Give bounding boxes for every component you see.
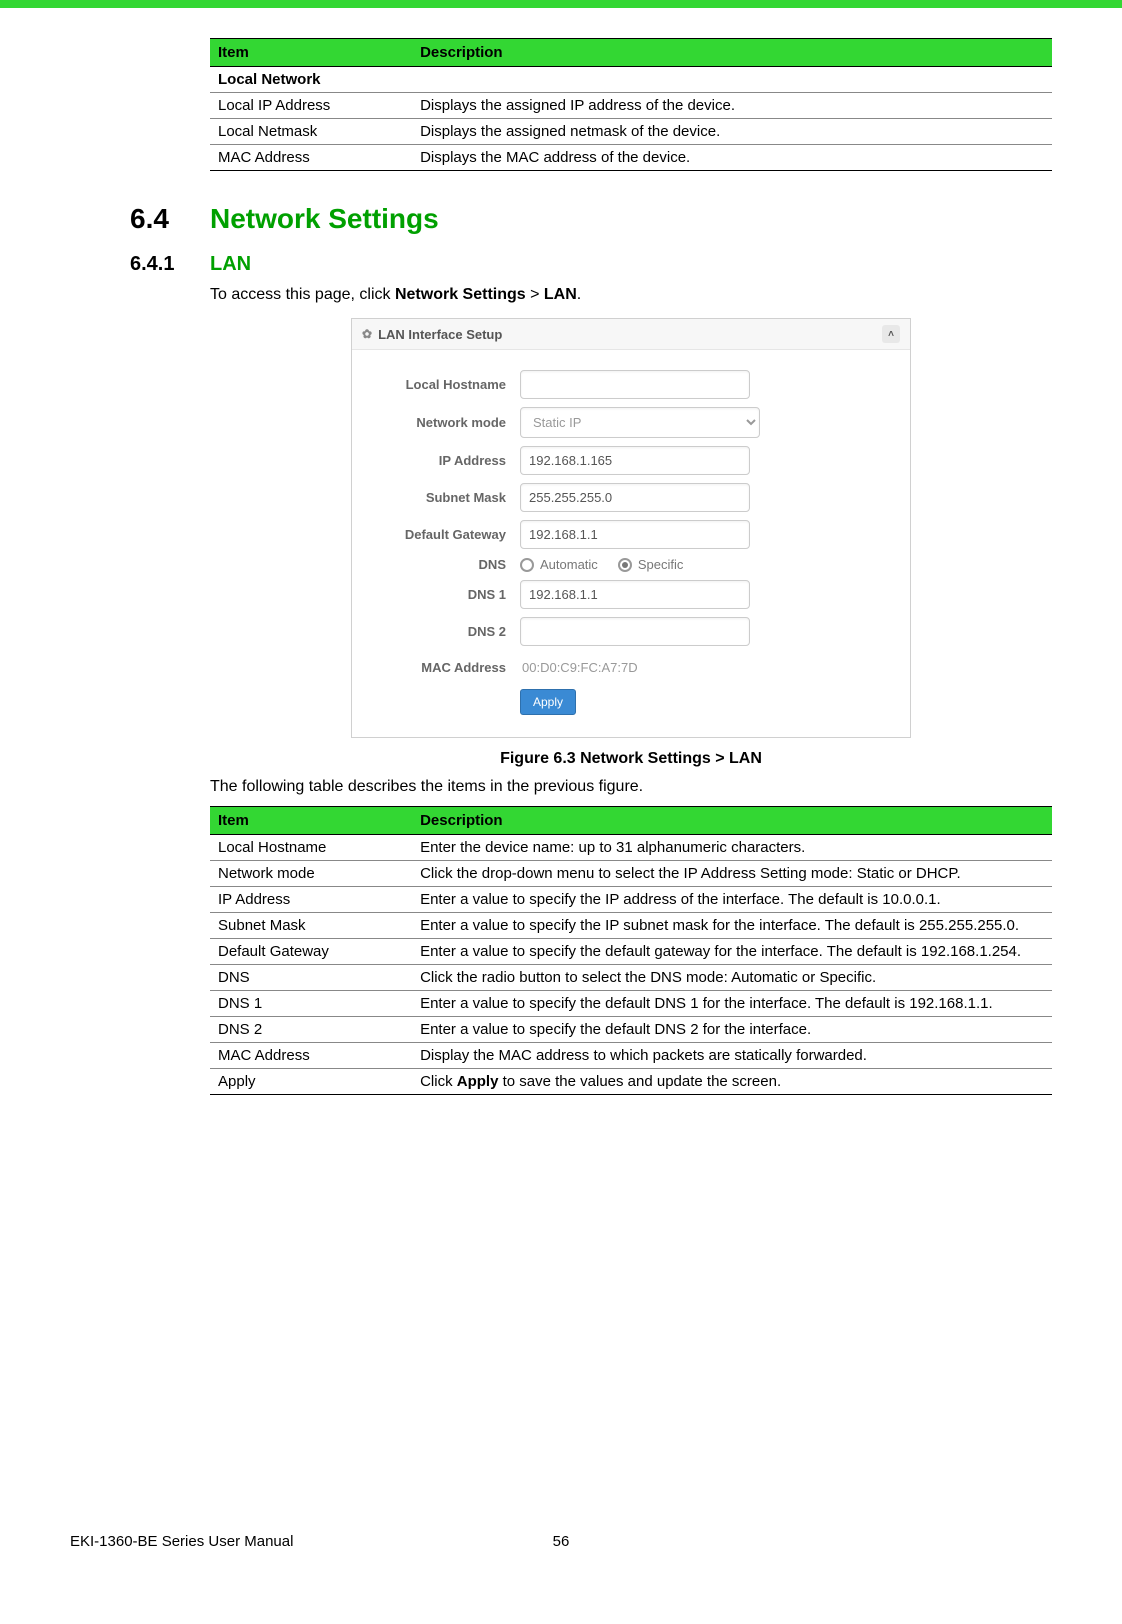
table-local-network: Item Description Local Network Local IP … (210, 38, 1052, 171)
table-row: MAC Address Displays the MAC address of … (210, 145, 1052, 171)
label-netmode: Network mode (360, 415, 520, 430)
dns2-input[interactable] (520, 617, 750, 646)
table1-section: Local Network (210, 67, 1052, 93)
ip-address-input[interactable] (520, 446, 750, 475)
th-item: Item (210, 807, 412, 835)
default-gateway-input[interactable] (520, 520, 750, 549)
label-dns2: DNS 2 (360, 624, 520, 639)
table-row: Network modeClick the drop-down menu to … (210, 861, 1052, 887)
intro-prefix: To access this page, click (210, 286, 395, 303)
heading-number: 6.4 (130, 203, 210, 235)
label-dns: DNS (360, 557, 520, 572)
intro-mid: > (526, 286, 544, 303)
label-gw: Default Gateway (360, 527, 520, 542)
intro-text: To access this page, click Network Setti… (210, 286, 1052, 304)
label-dns1: DNS 1 (360, 587, 520, 602)
dns-specific-radio[interactable] (618, 558, 632, 572)
network-mode-select[interactable]: Static IP (520, 407, 760, 438)
th-desc: Description (412, 807, 1052, 835)
label-mac: MAC Address (360, 660, 520, 675)
th-desc: Description (412, 39, 1052, 67)
cell-desc: Displays the MAC address of the device. (412, 145, 1052, 171)
panel-title: LAN Interface Setup (378, 327, 502, 342)
intro-suffix: . (577, 286, 581, 303)
label-subnet: Subnet Mask (360, 490, 520, 505)
th-item: Item (210, 39, 412, 67)
dns-auto-label: Automatic (540, 557, 598, 572)
table-row: DNSClick the radio button to select the … (210, 965, 1052, 991)
table-row: Apply Click Apply to save the values and… (210, 1069, 1052, 1095)
top-accent-bar (0, 0, 1122, 8)
table-row: DNS 2Enter a value to specify the defaul… (210, 1017, 1052, 1043)
subheading-number: 6.4.1 (130, 253, 210, 276)
table-row: MAC AddressDisplay the MAC address to wh… (210, 1043, 1052, 1069)
dns1-input[interactable] (520, 580, 750, 609)
table-row: Local Netmask Displays the assigned netm… (210, 119, 1052, 145)
table-row: Local HostnameEnter the device name: up … (210, 835, 1052, 861)
cell-desc: Displays the assigned IP address of the … (412, 93, 1052, 119)
cell-item: Local IP Address (210, 93, 412, 119)
table-row: Subnet MaskEnter a value to specify the … (210, 913, 1052, 939)
label-hostname: Local Hostname (360, 377, 520, 392)
figure-caption: Figure 6.3 Network Settings > LAN (210, 750, 1052, 768)
footer-left: EKI-1360-BE Series User Manual (70, 1533, 293, 1550)
apply-button[interactable]: Apply (520, 689, 576, 715)
lan-interface-panel: ✿ LAN Interface Setup ˄ Local Hostname N… (351, 318, 911, 738)
table-row: Default GatewayEnter a value to specify … (210, 939, 1052, 965)
heading-title: Network Settings (210, 203, 439, 235)
intro-b1: Network Settings (395, 286, 526, 303)
cell-item: Local Netmask (210, 119, 412, 145)
chevron-up-icon[interactable]: ˄ (882, 325, 900, 343)
cell-desc: Displays the assigned netmask of the dev… (412, 119, 1052, 145)
table-row: DNS 1Enter a value to specify the defaul… (210, 991, 1052, 1017)
hostname-input[interactable] (520, 370, 750, 399)
intro-b2: LAN (544, 286, 577, 303)
label-ip: IP Address (360, 453, 520, 468)
table-row: Local IP Address Displays the assigned I… (210, 93, 1052, 119)
dns-auto-radio[interactable] (520, 558, 534, 572)
table-row: IP AddressEnter a value to specify the I… (210, 887, 1052, 913)
cell-item: MAC Address (210, 145, 412, 171)
mac-address-value: 00:D0:C9:FC:A7:7D (520, 654, 892, 681)
panel-header: ✿ LAN Interface Setup ˄ (352, 319, 910, 350)
after-figure-text: The following table describes the items … (210, 778, 1052, 796)
page-footer: EKI-1360-BE Series User Manual 56 (70, 1533, 1052, 1550)
gear-icon: ✿ (362, 327, 372, 341)
table-lan-fields: Item Description Local HostnameEnter the… (210, 806, 1052, 1095)
subheading-title: LAN (210, 253, 251, 276)
dns-specific-label: Specific (638, 557, 684, 572)
footer-page-number: 56 (553, 1533, 570, 1550)
subnet-mask-input[interactable] (520, 483, 750, 512)
